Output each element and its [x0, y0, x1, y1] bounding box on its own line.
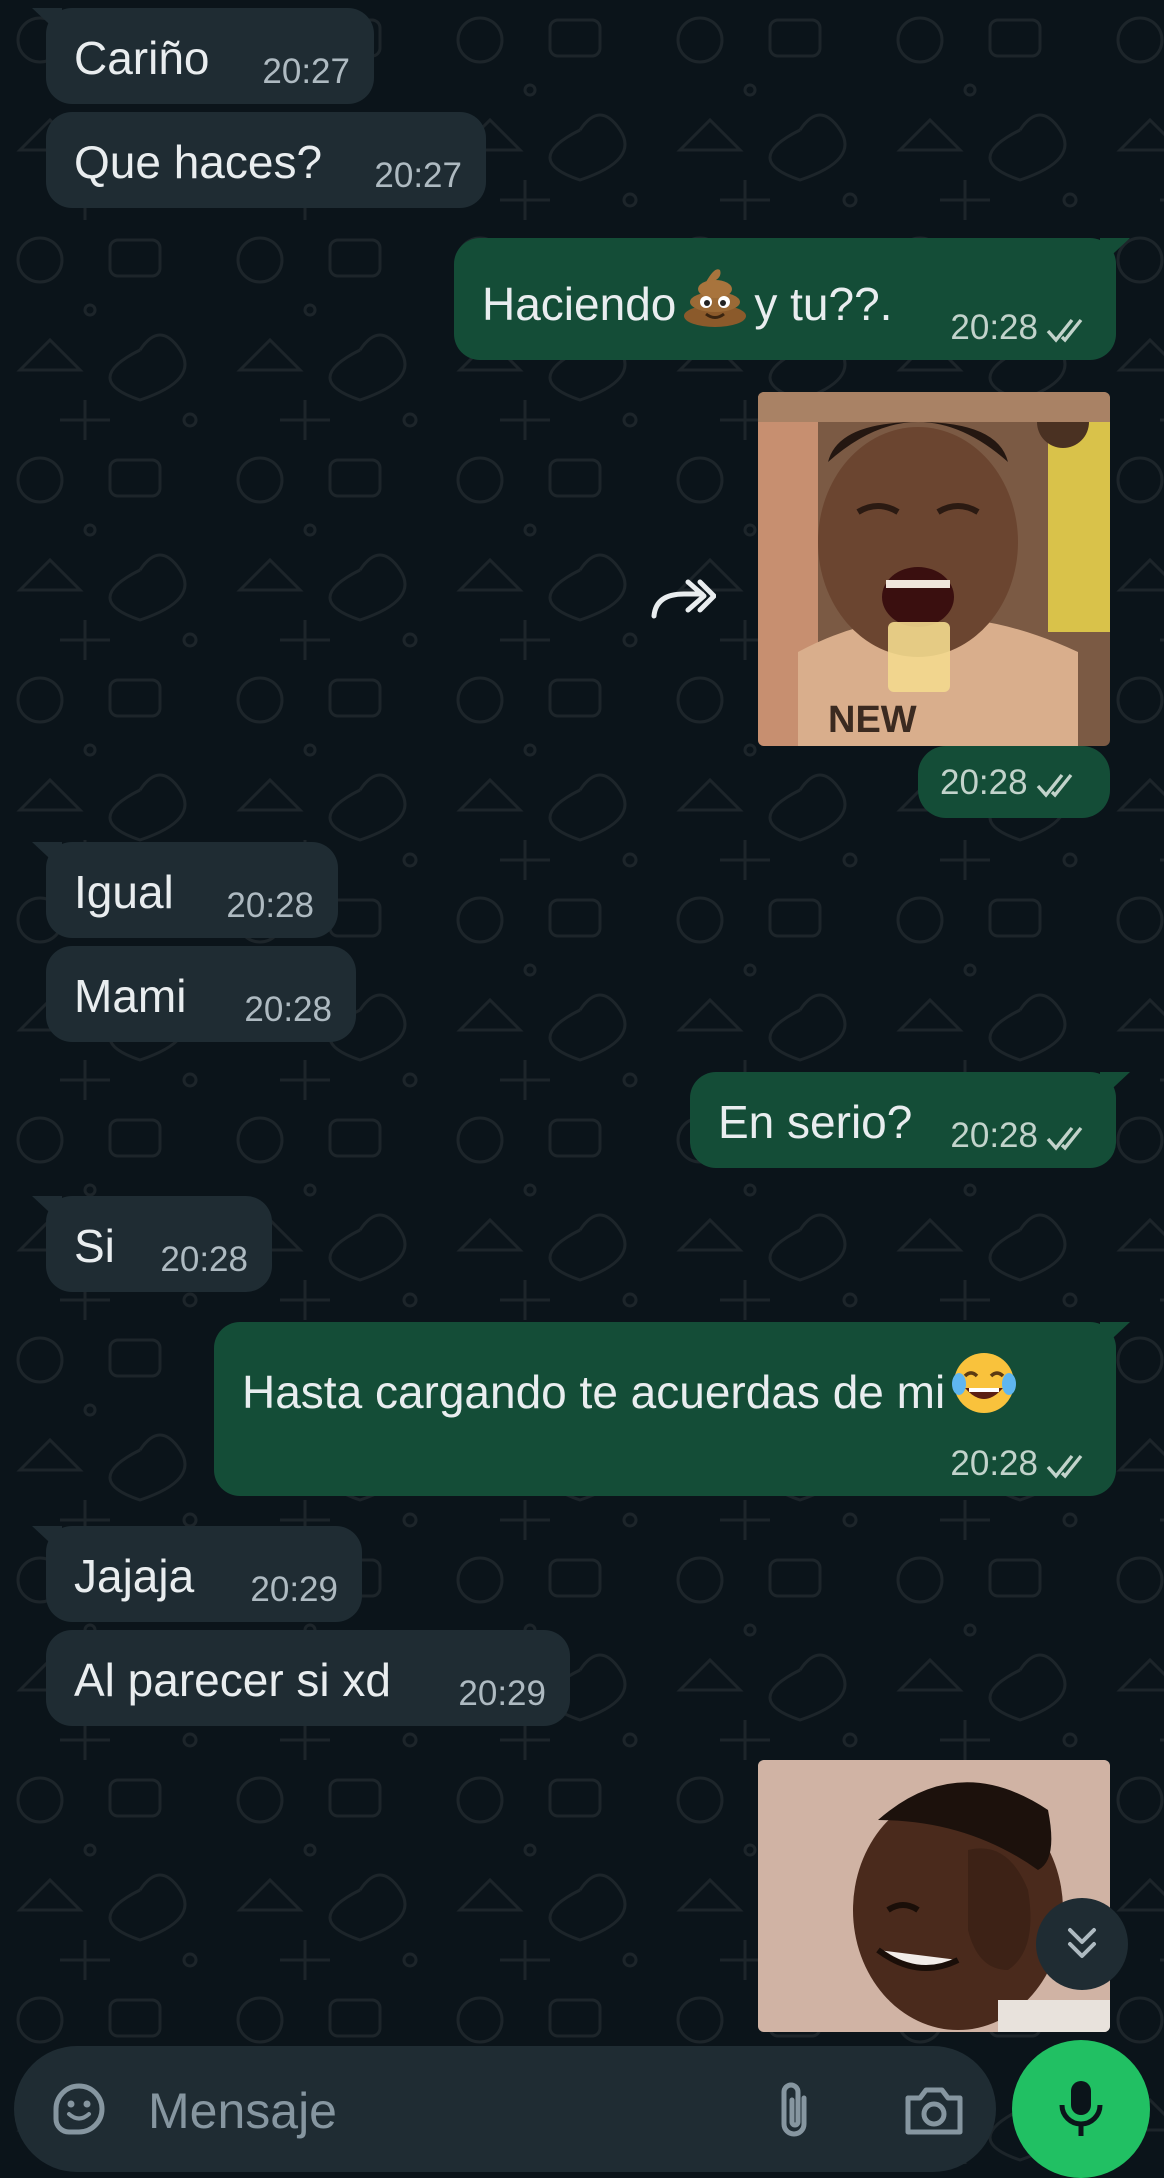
message-bubble-outgoing[interactable]: En serio? 20:28 [690, 1072, 1130, 1168]
double-check-read-icon [1046, 1126, 1083, 1151]
bubble-tail [32, 1526, 62, 1554]
bubble-tail [1100, 1322, 1130, 1350]
image-time-chip: 20:28 [918, 746, 1110, 818]
voice-record-button[interactable] [1012, 2040, 1150, 2178]
message-composer[interactable]: Mensaje [14, 2046, 996, 2172]
message-text: Si [74, 1220, 115, 1272]
svg-text:NEW: NEW [828, 699, 917, 741]
message-text: Cariño [74, 32, 210, 84]
double-chevron-down-icon [1068, 1928, 1096, 1958]
sticker-icon[interactable] [48, 2078, 110, 2140]
message-bubble-incoming[interactable]: Jajaja 20:29 [32, 1526, 362, 1622]
message-time: 20:28 [950, 1116, 1038, 1155]
double-check-read-icon [1046, 1454, 1083, 1479]
photo-content: NEW [758, 392, 1110, 746]
message-text: Mami [74, 970, 187, 1022]
laughing-man-photo[interactable]: NEW [758, 392, 1110, 746]
bubble-tail [32, 8, 62, 36]
message-time-status: 20:28 [950, 1444, 1092, 1484]
message-text: y tu??. [754, 278, 893, 330]
message-text: Haciendo [482, 278, 677, 330]
message-bubble-incoming[interactable]: Igual 20:28 [32, 842, 338, 938]
message-time: 20:28 [244, 990, 332, 1029]
message-bubble-incoming[interactable]: Mami 20:28 [46, 946, 356, 1042]
double-check-read-icon [1046, 318, 1083, 343]
pile-of-poo-emoji [684, 269, 747, 327]
message-time: 20:27 [262, 52, 350, 91]
message-time: 20:27 [374, 156, 462, 195]
message-time-status: 20:28 [950, 308, 1092, 348]
message-bubble-incoming[interactable]: Al parecer si xd 20:29 [46, 1630, 570, 1726]
bubble-tail [1100, 1072, 1130, 1100]
message-time: 20:28 [950, 308, 1038, 347]
bubble-tail [32, 842, 62, 870]
message-time: 20:28 [226, 886, 314, 925]
message-text: Igual [74, 866, 174, 918]
message-text: Jajaja [74, 1550, 195, 1602]
message-bubble-outgoing[interactable]: Haciendo y tu??. 20:28 [454, 238, 1130, 360]
message-bubble-incoming[interactable]: Cariño 20:27 [32, 8, 374, 104]
message-time: 20:28 [940, 763, 1028, 802]
message-time: 20:29 [458, 1674, 546, 1713]
face-with-tears-of-joy-emoji [952, 1353, 1017, 1413]
bubble-tail [1100, 238, 1130, 266]
scroll-to-bottom-button[interactable] [1036, 1898, 1128, 1990]
message-time: 20:28 [160, 1240, 248, 1279]
message-input[interactable]: Mensaje [148, 2082, 337, 2140]
message-text: En serio? [718, 1096, 913, 1148]
message-bubble-outgoing[interactable]: Hasta cargando te acuerdas de mi 20:28 [214, 1322, 1130, 1496]
microphone-icon [1059, 2081, 1103, 2136]
message-time: 20:28 [950, 1444, 1038, 1483]
message-time: 20:29 [250, 1570, 338, 1609]
message-text: Hasta cargando te acuerdas de mi [242, 1366, 946, 1418]
message-time-status: 20:28 [918, 746, 1110, 803]
photo-content [758, 1760, 1110, 2032]
message-text: Al parecer si xd [74, 1654, 392, 1706]
forward-icon[interactable] [650, 578, 716, 622]
message-bubble-incoming[interactable]: Si 20:28 [32, 1196, 272, 1292]
laughing-boy-photo[interactable] [758, 1760, 1110, 2032]
camera-icon[interactable] [902, 2082, 966, 2138]
message-time-status: 20:28 [950, 1116, 1092, 1156]
double-check-read-icon [1036, 773, 1072, 798]
message-text: Que haces? [74, 136, 323, 188]
paperclip-icon[interactable] [770, 2078, 820, 2140]
bubble-tail [32, 1196, 62, 1224]
message-bubble-incoming[interactable]: Que haces? 20:27 [46, 112, 486, 208]
